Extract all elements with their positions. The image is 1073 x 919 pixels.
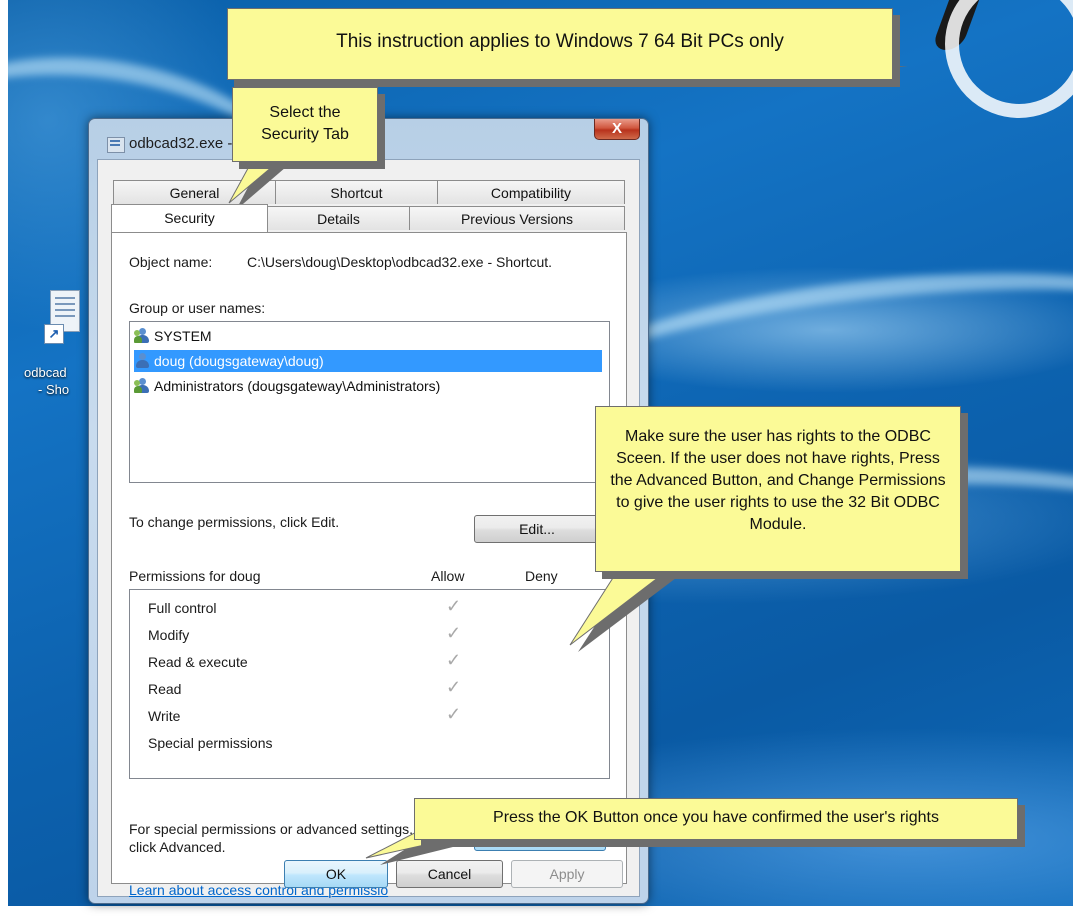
callout-text: Press the OK Button once you have confir… xyxy=(493,809,939,826)
allow-check-icon: ✓ xyxy=(446,596,462,616)
cancel-button-label: Cancel xyxy=(427,866,472,882)
shortcut-app-icon xyxy=(107,137,125,153)
list-item-doug[interactable]: doug (dougsgateway\doug) xyxy=(134,350,602,372)
tab-label: Previous Versions xyxy=(460,211,574,227)
tab-label: Compatibility xyxy=(490,185,572,201)
list-item-administrators[interactable]: Administrators (dougsgateway\Administrat… xyxy=(134,375,440,397)
permission-row: Write xyxy=(148,708,181,724)
apply-button-label: Apply xyxy=(549,866,585,882)
tab-label: Details xyxy=(317,211,360,227)
user-list[interactable]: SYSTEM doug (dougsgateway\doug) Administ… xyxy=(129,321,610,483)
user-name: SYSTEM xyxy=(154,328,212,344)
callout-press-ok: Press the OK Button once you have confir… xyxy=(414,798,1018,840)
user-icon xyxy=(134,353,150,369)
callout-user-rights: Make sure the user has rights to the ODB… xyxy=(595,406,961,572)
group-user-names-label: Group or user names: xyxy=(129,300,266,316)
deny-column-header: Deny xyxy=(525,568,558,584)
tab-label: General xyxy=(169,185,220,201)
group-user-icon xyxy=(134,378,150,394)
allow-check-icon: ✓ xyxy=(446,677,462,697)
tab-previous-versions[interactable]: Previous Versions xyxy=(409,206,625,230)
object-name-value: C:\Users\doug\Desktop\odbcad32.exe - Sho… xyxy=(247,254,553,270)
shortcut-arrow-icon: ↗ xyxy=(44,324,64,344)
allow-check-icon: ✓ xyxy=(446,623,462,643)
permission-row: Full control xyxy=(148,600,217,616)
tab-shortcut[interactable]: Shortcut xyxy=(275,180,438,204)
shortcut-label-line2: - Sho xyxy=(38,382,70,397)
properties-dialog: odbcad32.exe - Shortcut Properties X Gen… xyxy=(88,118,649,904)
shortcut-label-line1: odbcad xyxy=(24,365,67,380)
tab-security[interactable]: Security xyxy=(111,204,268,232)
group-user-icon xyxy=(134,328,150,344)
edit-button[interactable]: Edit... xyxy=(474,515,600,543)
callout-text-line1: Select the xyxy=(269,104,341,121)
allow-column-header: Allow xyxy=(431,568,465,584)
change-permissions-text: To change permissions, click Edit. xyxy=(129,514,340,530)
tab-label: Shortcut xyxy=(330,185,383,201)
permissions-header: Permissions for doug xyxy=(129,568,261,584)
tab-details[interactable]: Details xyxy=(267,206,410,230)
callout-text: Make sure the user has rights to the ODB… xyxy=(610,428,946,533)
list-item-system[interactable]: SYSTEM xyxy=(134,325,212,347)
callout-text-line2: Security Tab xyxy=(261,126,349,143)
user-name: Administrators (dougsgateway\Administrat… xyxy=(154,378,441,394)
tab-label: Security xyxy=(164,210,215,226)
allow-check-icon: ✓ xyxy=(446,650,462,670)
security-tab-panel: Object name: C:\Users\doug\Desktop\odbca… xyxy=(111,232,627,898)
tab-general[interactable]: General xyxy=(113,180,276,204)
special-permissions-text-line1: For special permissions or advanced sett… xyxy=(129,821,414,837)
allow-check-icon: ✓ xyxy=(446,704,462,724)
close-icon: X xyxy=(611,120,622,137)
cancel-button[interactable]: Cancel xyxy=(396,860,503,888)
wallpaper-logo-icon xyxy=(945,0,1073,118)
permission-row: Read xyxy=(148,681,182,697)
edit-button-label: Edit... xyxy=(519,521,555,537)
callout-windows7-note: This instruction applies to Windows 7 64… xyxy=(227,8,893,80)
tab-compatibility[interactable]: Compatibility xyxy=(437,180,625,204)
callout-select-security-tab: Select the Security Tab xyxy=(232,87,378,162)
user-name: doug (dougsgateway\doug) xyxy=(154,353,324,369)
dialog-client-area: General Shortcut Compatibility Security … xyxy=(97,159,640,898)
permission-row: Modify xyxy=(148,627,190,643)
object-name-label: Object name: xyxy=(129,254,213,270)
shortcut-icon[interactable]: ↗ xyxy=(44,290,80,354)
permission-row: Read & execute xyxy=(148,654,248,670)
special-permissions-text-line2: click Advanced. xyxy=(129,839,226,855)
close-button[interactable]: X xyxy=(594,119,640,140)
apply-button[interactable]: Apply xyxy=(511,860,623,888)
permission-row: Special permissions xyxy=(148,735,273,751)
permissions-list[interactable]: Full control ✓ Modify ✓ Read & execute ✓… xyxy=(129,589,610,779)
desktop-shortcut-label[interactable]: odbcad - Sho xyxy=(24,364,94,398)
callout-text: This instruction applies to Windows 7 64… xyxy=(336,31,784,52)
ok-button[interactable]: OK xyxy=(284,860,388,888)
ok-button-label: OK xyxy=(325,866,347,882)
